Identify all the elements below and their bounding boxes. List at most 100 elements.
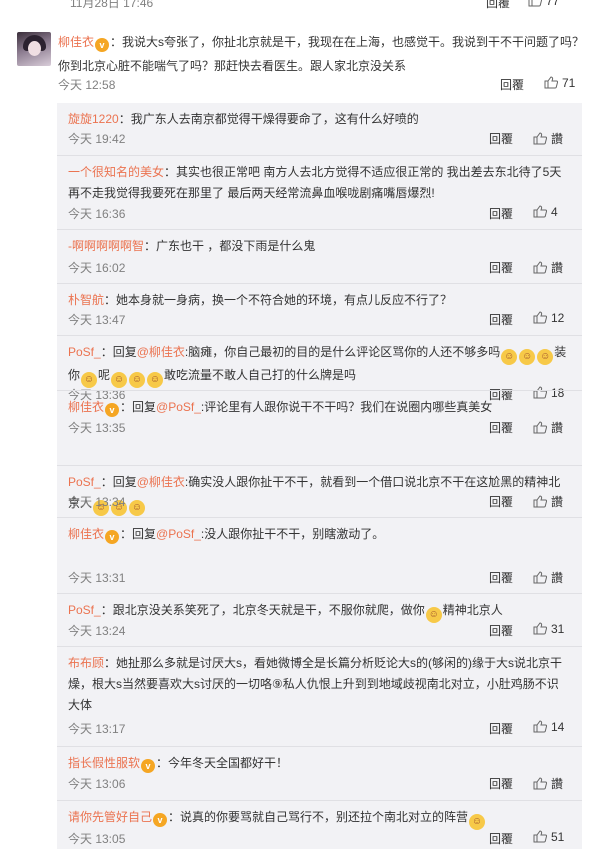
thumbs-up-icon (533, 830, 547, 843)
emoji-icon: ☺ (501, 349, 518, 365)
reply-item: 一个很知名的美女：其实也很正常吧 南方人去北方觉得不适应很正常的 我出差去东北待… (57, 155, 582, 230)
vip-badge-icon: v (141, 759, 156, 773)
like-count: 4 (551, 205, 558, 219)
reply-text: 布布顾：她扯那么多就是讨厌大s，看她微博全是长篇分析贬论大s的(够闲的)缘于大s… (68, 653, 568, 716)
reply-time: 今天 13:17 (68, 722, 126, 736)
reply-button[interactable]: 回覆 (489, 493, 513, 510)
username-link[interactable]: 柳佳衣 (68, 527, 104, 541)
reply-button[interactable]: 回覆 (489, 830, 513, 847)
reply-item: 请你先管好自己 v ：说真的你要骂就自己骂行不，别还拉个南北对立的阵营 ☺ 今天 13:… (57, 800, 582, 849)
reply-item: PoSf_：跟北京没关系笑死了，北京冬天就是干，不服你就爬，做你 ☺ 精神北京人 今天… (57, 593, 582, 647)
emoji-icon: ☺ (425, 607, 442, 623)
username-link[interactable]: 柳佳衣 (68, 400, 104, 414)
emoji-icon: ☺ (129, 500, 146, 516)
reply-button[interactable]: 回覆 (489, 720, 513, 737)
reply-item: PoSf_：回复@柳佳衣:确实没人跟你扯干不干，就看到一个借口说北京不干在这尬黑… (57, 465, 582, 518)
reply-button[interactable]: 回覆 (489, 205, 513, 222)
vip-badge-icon: v (105, 530, 120, 544)
thumbs-up-icon (528, 0, 542, 7)
reply-button[interactable]: 回覆 (486, 0, 510, 11)
thumbs-up-icon (533, 132, 547, 145)
vip-badge-icon: v (105, 403, 120, 417)
username-link[interactable]: -啊啊啊啊啊智 (68, 239, 144, 253)
reply-item: PoSf_：回复@柳佳衣:脑瘫，你自己最初的目的是什么评论区骂你的人还不够多吗 ☺… (57, 335, 582, 402)
like-button[interactable]: 讚 (533, 419, 563, 436)
username-link[interactable]: 布布顾 (68, 656, 104, 670)
emoji-icon: ☺ (469, 814, 486, 830)
like-button[interactable]: 77 (528, 0, 559, 8)
like-button[interactable]: 讚 (533, 259, 563, 276)
like-button[interactable]: 14 (533, 720, 564, 734)
username-link[interactable]: PoSf_ (68, 345, 101, 359)
reply-button[interactable]: 回覆 (489, 775, 513, 792)
reply-button[interactable]: 回覆 (489, 311, 513, 328)
like-count: 讚 (551, 571, 564, 585)
reply-text: 请你先管好自己 v ：说真的你要骂就自己骂行不，别还拉个南北对立的阵营 ☺ (68, 807, 568, 830)
username-link[interactable]: 指长假性服软 (68, 756, 140, 770)
avatar[interactable] (17, 32, 51, 66)
comment-time: 今天 12:58 (58, 78, 116, 92)
reply-time: 今天 13:34 (68, 495, 126, 509)
emoji-icon: ☺ (537, 349, 554, 365)
like-button[interactable]: 讚 (533, 130, 563, 147)
username-link[interactable]: 柳佳衣 (58, 35, 94, 49)
like-button[interactable]: 讚 (533, 569, 563, 586)
like-button[interactable]: 讚 (533, 775, 563, 792)
thumbs-up-icon (533, 421, 547, 434)
username-link[interactable]: @PoSf_ (156, 527, 201, 541)
like-count: 讚 (551, 495, 564, 509)
reply-item: 朴智航：她本身就一身病，换一个不符合她的环境，有点儿反应不行了？ 今天 13:47… (57, 283, 582, 336)
reply-button[interactable]: 回覆 (489, 569, 513, 586)
like-count: 71 (562, 76, 576, 90)
reply-button[interactable]: 回覆 (489, 622, 513, 639)
reply-text: 一个很知名的美女：其实也很正常吧 南方人去北方觉得不适应很正常的 我出差去东北待… (68, 162, 568, 204)
like-button[interactable]: 31 (533, 622, 564, 636)
like-count: 讚 (551, 261, 564, 275)
reply-time: 今天 13:06 (68, 777, 126, 791)
thumbs-up-icon (533, 205, 547, 218)
reply-body: 呢 (98, 368, 111, 382)
reply-text: -啊啊啊啊啊智：广东也干 ，都没下雨是什么鬼 (68, 236, 568, 257)
reply-time: 今天 13:05 (68, 832, 126, 846)
reply-time: 今天 13:24 (68, 624, 126, 638)
username-link[interactable]: 一个很知名的美女 (68, 165, 164, 179)
like-button[interactable]: 4 (533, 205, 558, 219)
thumbs-up-icon (533, 622, 547, 635)
reply-body: ：今年冬天全国都好干！ (156, 756, 289, 770)
reply-time: 今天 19:42 (68, 132, 126, 146)
emoji-icon: ☺ (147, 372, 164, 388)
reply-button[interactable]: 回覆 (489, 130, 513, 147)
reply-button[interactable]: 回覆 (489, 259, 513, 276)
reply-body: ：回复 (100, 345, 137, 359)
like-button[interactable]: 51 (533, 830, 564, 844)
like-count: 讚 (551, 132, 564, 146)
username-link[interactable]: @柳佳衣 (137, 475, 185, 489)
reply-body: ：跟北京没关系笑死了，北京冬天就是干，不服你就爬，做你 (100, 603, 425, 617)
emoji-icon: ☺ (519, 349, 536, 365)
like-button[interactable]: 讚 (533, 493, 563, 510)
reply-time: 今天 13:47 (68, 313, 126, 327)
username-link[interactable]: 朴智航 (68, 293, 104, 307)
reply-button[interactable]: 回覆 (489, 419, 513, 436)
like-count: 77 (546, 0, 560, 8)
reply-time: 今天 13:31 (68, 571, 126, 585)
reply-button[interactable]: 回覆 (500, 76, 524, 93)
like-button[interactable]: 71 (544, 76, 575, 90)
username-link[interactable]: PoSf_ (68, 475, 101, 489)
username-link[interactable]: 旋旋1220 (68, 112, 119, 126)
like-button[interactable]: 12 (533, 311, 564, 325)
reply-body: ：说真的你要骂就自己骂行不，别还拉个南北对立的阵营 (168, 810, 469, 824)
reply-body: ：回复 (120, 527, 157, 541)
reply-text: PoSf_：回复@柳佳衣:脑瘫，你自己最初的目的是什么评论区骂你的人还不够多吗 ☺… (68, 342, 568, 388)
username-link[interactable]: 请你先管好自己 (68, 810, 152, 824)
vip-badge-icon: v (153, 813, 168, 827)
username-link[interactable]: @柳佳衣 (137, 345, 185, 359)
username-link[interactable]: PoSf_ (68, 603, 101, 617)
reply-body: ：回复 (100, 475, 137, 489)
thumbs-up-icon (533, 311, 547, 324)
reply-body: 敢吃流量不敢人自己打的什么牌是吗 (164, 368, 357, 382)
vip-badge-icon: v (95, 38, 110, 52)
main-comment: 柳佳衣 v ：我说大s夸张了，你扯北京就是干，我现在在上海，也感觉干。我说到干不干问… (12, 24, 593, 100)
username-link[interactable]: @PoSf_ (156, 400, 201, 414)
reply-text: 柳佳衣 v ：回复@PoSf_:评论里有人跟你说干不干吗？我们在说圈内哪些真美女 (68, 397, 568, 418)
